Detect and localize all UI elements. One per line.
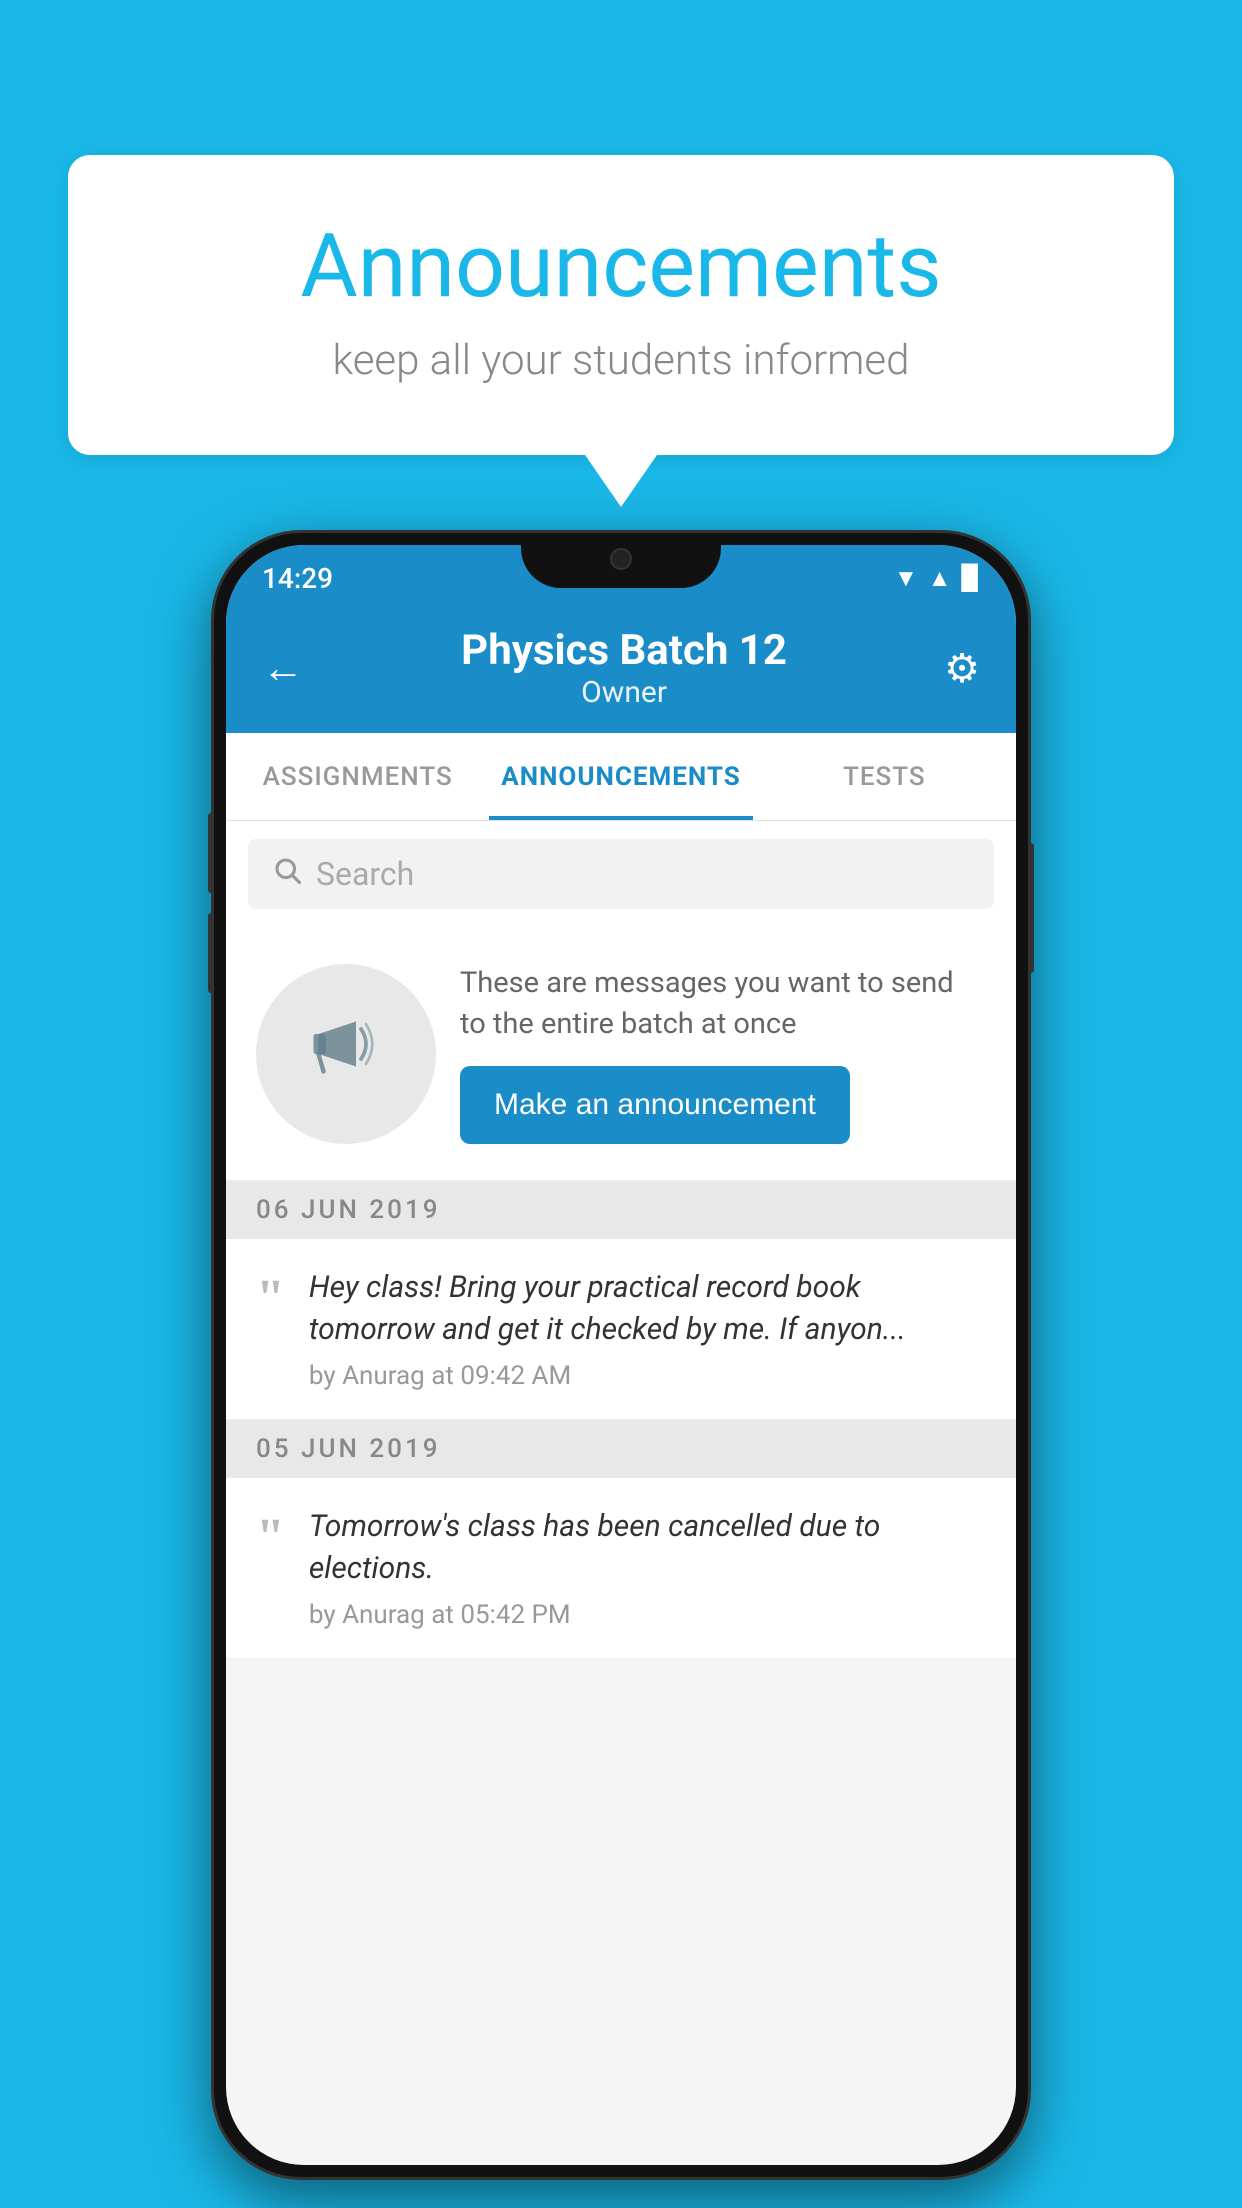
- speech-bubble: Announcements keep all your students inf…: [68, 155, 1174, 455]
- front-camera: [610, 548, 632, 570]
- promo-description: These are messages you want to send to t…: [460, 963, 986, 1044]
- signal-icon: ▲: [928, 564, 952, 593]
- announcement-content-1: Hey class! Bring your practical record b…: [309, 1267, 986, 1391]
- battery-icon: ▉: [962, 564, 980, 592]
- tab-tests[interactable]: TESTS: [753, 733, 1016, 820]
- announcement-text-1: Hey class! Bring your practical record b…: [309, 1267, 986, 1351]
- make-announcement-button[interactable]: Make an announcement: [460, 1066, 850, 1144]
- app-header: ← Physics Batch 12 Owner ⚙: [226, 603, 1016, 733]
- phone-screen: 14:29 ▼ ▲ ▉ ← Physics Batch 12 Owner ⚙: [226, 545, 1016, 2165]
- search-input-wrapper[interactable]: Search: [248, 839, 994, 909]
- settings-icon[interactable]: ⚙: [944, 645, 980, 692]
- announcement-item-2[interactable]: " Tomorrow's class has been cancelled du…: [226, 1478, 1016, 1659]
- tab-bar: ASSIGNMENTS ANNOUNCEMENTS TESTS: [226, 733, 1016, 821]
- promo-icon-circle: [256, 964, 436, 1144]
- announcement-content-2: Tomorrow's class has been cancelled due …: [309, 1506, 986, 1630]
- header-title: Physics Batch 12: [304, 626, 944, 675]
- speech-bubble-subtitle: keep all your students informed: [148, 336, 1094, 385]
- wifi-icon: ▼: [894, 564, 918, 593]
- date-separator-2: 05 JUN 2019: [226, 1420, 1016, 1478]
- volume-up-button: [208, 813, 214, 893]
- speech-bubble-container: Announcements keep all your students inf…: [68, 155, 1174, 455]
- announcement-item-1[interactable]: " Hey class! Bring your practical record…: [226, 1239, 1016, 1420]
- quote-icon-1: ": [256, 1273, 285, 1325]
- speech-bubble-title: Announcements: [148, 215, 1094, 318]
- header-subtitle: Owner: [304, 675, 944, 710]
- phone-mockup: 14:29 ▼ ▲ ▉ ← Physics Batch 12 Owner ⚙: [211, 530, 1031, 2180]
- tab-announcements[interactable]: ANNOUNCEMENTS: [489, 733, 752, 820]
- status-icons: ▼ ▲ ▉: [894, 564, 980, 593]
- quote-icon-2: ": [256, 1512, 285, 1564]
- header-center: Physics Batch 12 Owner: [304, 626, 944, 710]
- phone-notch: [521, 533, 721, 588]
- volume-down-button: [208, 913, 214, 993]
- tab-assignments[interactable]: ASSIGNMENTS: [226, 733, 489, 820]
- search-icon: [272, 855, 302, 893]
- announcement-meta-1: by Anurag at 09:42 AM: [309, 1361, 986, 1391]
- announcement-meta-2: by Anurag at 05:42 PM: [309, 1600, 986, 1630]
- announcement-text-2: Tomorrow's class has been cancelled due …: [309, 1506, 986, 1590]
- promo-section: These are messages you want to send to t…: [226, 927, 1016, 1181]
- back-button[interactable]: ←: [262, 644, 304, 693]
- power-button: [1028, 843, 1034, 973]
- search-placeholder: Search: [316, 855, 414, 893]
- megaphone-icon: [306, 1004, 386, 1103]
- phone-outer: 14:29 ▼ ▲ ▉ ← Physics Batch 12 Owner ⚙: [211, 530, 1031, 2180]
- search-container: Search: [226, 821, 1016, 927]
- date-separator-1: 06 JUN 2019: [226, 1181, 1016, 1239]
- status-time: 14:29: [262, 562, 333, 595]
- promo-right: These are messages you want to send to t…: [460, 963, 986, 1144]
